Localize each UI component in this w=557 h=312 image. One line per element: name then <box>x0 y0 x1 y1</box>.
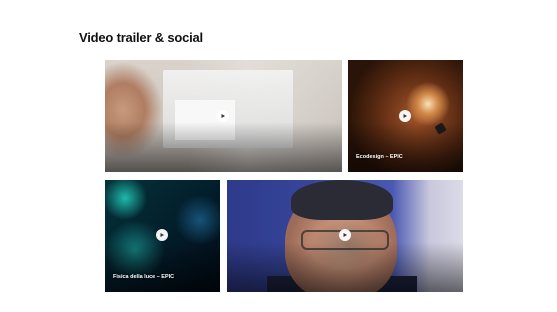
thumbnail-overlay <box>227 241 463 292</box>
play-icon <box>403 114 407 118</box>
play-button[interactable] <box>339 229 351 241</box>
thumbnail-detail <box>291 180 393 220</box>
video-title: Fisica della luce – EPIC <box>113 274 175 280</box>
thumbnail-overlay <box>105 241 220 292</box>
thumbnail-overlay <box>348 121 463 172</box>
play-button[interactable] <box>156 229 168 241</box>
video-card-ecodesign[interactable]: Ecodesign – EPIC <box>348 60 463 172</box>
play-button[interactable] <box>399 110 411 122</box>
video-card-physics[interactable]: Fisica della luce – EPIC <box>105 180 220 292</box>
thumbnail-overlay <box>105 121 342 172</box>
play-icon <box>160 233 164 237</box>
video-title: Ecodesign – EPIC <box>356 154 403 160</box>
play-icon <box>343 233 347 237</box>
video-card-interview[interactable] <box>227 180 463 292</box>
video-card-lab[interactable] <box>105 60 342 172</box>
play-icon <box>221 114 225 118</box>
play-button[interactable] <box>217 110 229 122</box>
section-title: Video trailer & social <box>79 30 203 45</box>
